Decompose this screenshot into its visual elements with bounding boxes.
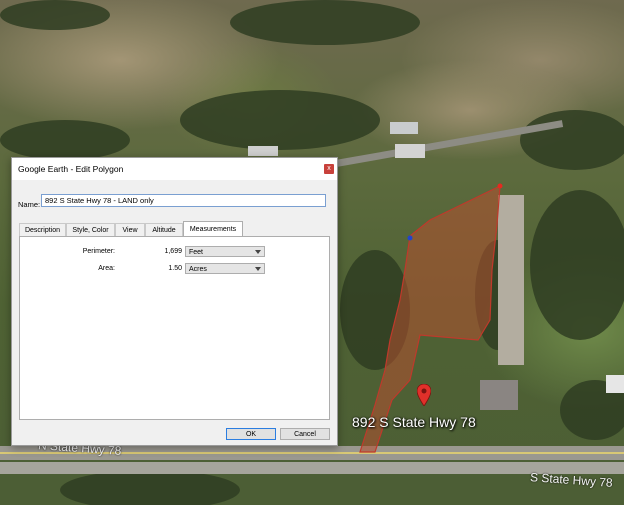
name-input[interactable] (41, 194, 326, 207)
chevron-down-icon (255, 250, 261, 254)
area-label: Area: (98, 265, 115, 272)
edit-polygon-dialog: Google Earth - Edit Polygon x Name: Desc… (11, 157, 338, 446)
area-unit-select[interactable]: Acres (185, 263, 265, 274)
close-button[interactable]: x (324, 164, 334, 174)
perimeter-value: 1,699 (164, 248, 182, 255)
cancel-button[interactable]: Cancel (280, 428, 330, 440)
area-value: 1.50 (168, 265, 182, 272)
placemark-label[interactable]: 892 S State Hwy 78 (352, 414, 476, 430)
tab-style-color[interactable]: Style, Color (66, 223, 115, 236)
map-pin-icon[interactable] (417, 384, 431, 406)
name-label: Name: (18, 200, 41, 209)
perimeter-unit-select[interactable]: Feet (185, 246, 265, 257)
dialog-title: Google Earth - Edit Polygon (18, 164, 124, 174)
tab-view[interactable]: View (115, 223, 145, 236)
measurements-panel: Perimeter: 1,699 Feet Area: 1.50 Acres (19, 236, 330, 420)
tab-measurements[interactable]: Measurements (183, 221, 243, 237)
tab-altitude[interactable]: Altitude (145, 223, 183, 236)
tab-description[interactable]: Description (19, 223, 66, 236)
perimeter-label: Perimeter: (82, 248, 115, 255)
dialog-titlebar[interactable]: Google Earth - Edit Polygon x (12, 158, 337, 180)
chevron-down-icon (255, 267, 261, 271)
ok-button[interactable]: OK (226, 428, 276, 440)
area-unit-value: Acres (189, 266, 207, 273)
perimeter-unit-value: Feet (189, 249, 204, 256)
